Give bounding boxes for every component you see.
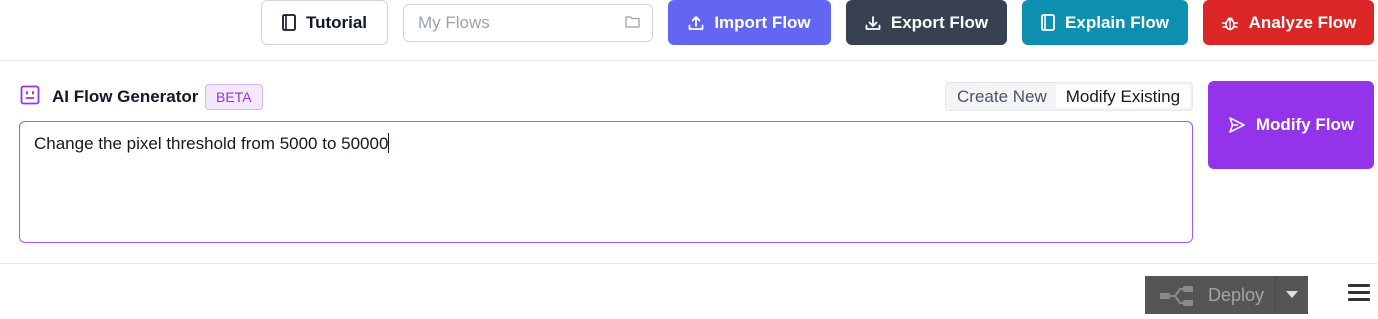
export-flow-label: Export Flow <box>890 12 989 32</box>
import-flow-button[interactable]: Import Flow <box>668 0 831 45</box>
prompt-text-line: Change the pixel threshold from 5000 to … <box>34 133 390 154</box>
export-flow-button[interactable]: Export Flow <box>846 0 1007 45</box>
mode-modify-existing[interactable]: Modify Existing <box>1055 85 1190 108</box>
prompt-textarea[interactable]: Change the pixel threshold from 5000 to … <box>19 121 1193 243</box>
robot-icon <box>20 85 40 105</box>
mode-create-new[interactable]: Create New <box>948 85 1056 108</box>
section-divider <box>0 263 1378 264</box>
my-flows-field[interactable] <box>403 4 653 42</box>
caret-down-icon[interactable] <box>1286 291 1298 299</box>
upload-icon <box>688 15 704 30</box>
text-cursor <box>388 133 390 153</box>
hamburger-menu-icon[interactable] <box>1348 284 1370 304</box>
modify-flow-label: Modify Flow <box>1255 115 1355 134</box>
tutorial-button[interactable]: Tutorial <box>261 0 388 45</box>
modify-flow-button[interactable]: Modify Flow <box>1208 81 1374 169</box>
tutorial-label: Tutorial <box>305 12 368 32</box>
book-icon <box>1041 14 1055 31</box>
import-flow-label: Import Flow <box>714 12 811 32</box>
my-flows-input[interactable] <box>404 5 614 41</box>
mode-toggle: Create New Modify Existing <box>945 82 1193 111</box>
send-icon <box>1229 117 1245 133</box>
explain-flow-label: Explain Flow <box>1065 12 1169 32</box>
explain-flow-button[interactable]: Explain Flow <box>1022 0 1188 45</box>
book-icon <box>282 14 296 31</box>
download-icon <box>865 15 881 30</box>
bug-icon <box>1221 16 1238 30</box>
analyze-flow-button[interactable]: Analyze Flow <box>1203 0 1374 45</box>
deploy-separator <box>1275 276 1276 314</box>
deploy-button[interactable]: Deploy <box>1145 276 1308 314</box>
deploy-label: Deploy <box>1208 285 1265 305</box>
deploy-icon <box>1160 286 1193 306</box>
generator-title: AI Flow Generator <box>52 87 199 106</box>
beta-badge: BETA <box>205 84 263 110</box>
prompt-value: Change the pixel threshold from 5000 to … <box>34 134 389 153</box>
analyze-flow-label: Analyze Flow <box>1248 12 1357 32</box>
folder-icon <box>625 16 640 28</box>
top-toolbar: Tutorial Import Flow Export Flow Explain… <box>0 0 1378 61</box>
